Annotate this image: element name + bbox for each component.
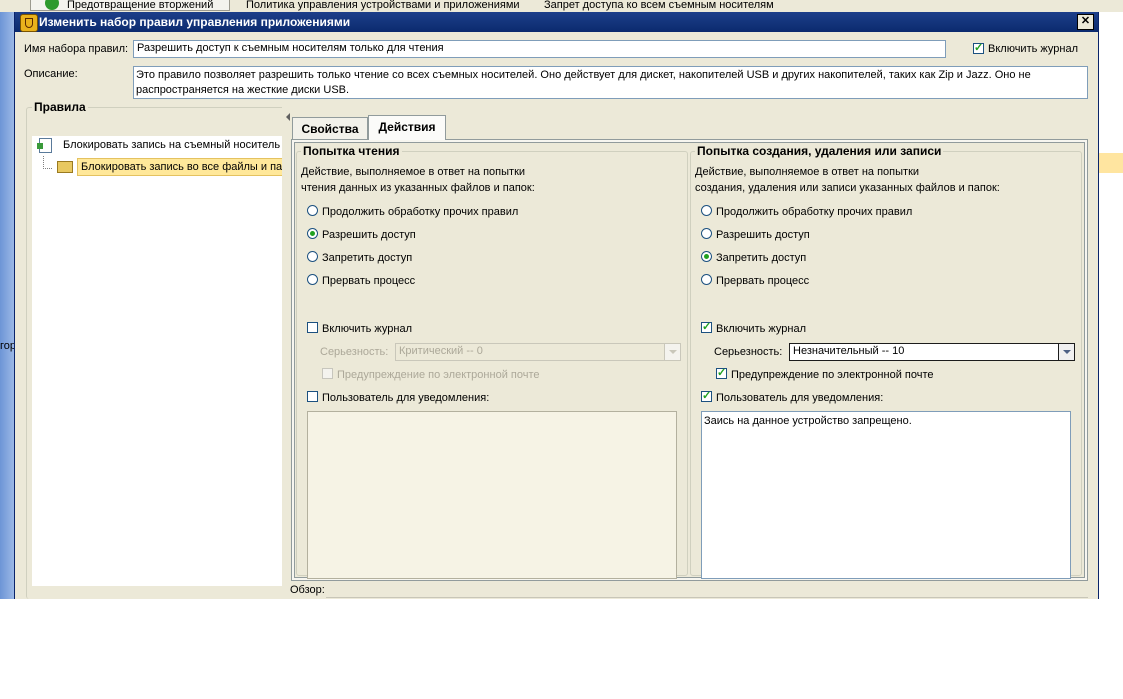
write-notify-user-checkbox[interactable] — [701, 389, 712, 402]
rules-tree — [32, 136, 282, 586]
write-desc-line-2: создания, удаления или записи указанных … — [695, 182, 1000, 194]
read-severity-label: Серьезность: — [320, 346, 389, 358]
write-attempt-title: Попытка создания, удаления или записи — [695, 144, 944, 158]
folder-lock-icon — [57, 161, 73, 173]
write-enable-log-checkbox[interactable] — [701, 320, 712, 333]
write-severity-select[interactable]: Незначительный -- 10 — [789, 343, 1075, 361]
write-notify-user-label: Пользователь для уведомления: — [716, 392, 884, 404]
write-option-deny-label: Запретить доступ — [716, 252, 807, 264]
description-line-1: Это правило позволяет разрешить только ч… — [136, 69, 1031, 81]
enable-log-label: Включить журнал — [988, 43, 1078, 55]
read-option-allow-label: Разрешить доступ — [322, 229, 416, 241]
write-desc-line-1: Действие, выполняемое в ответ на попытки — [695, 166, 920, 178]
write-enable-log-label: Включить журнал — [716, 323, 806, 335]
background-selected-row — [1097, 153, 1123, 173]
read-email-checkbox[interactable] — [322, 368, 333, 379]
read-option-deny-label: Запретить доступ — [322, 252, 413, 264]
write-severity-label: Серьезность: — [714, 346, 783, 358]
read-option-continue-radio[interactable] — [307, 205, 318, 216]
description-line-2: распространяется на жесткие диски USB. — [136, 84, 350, 96]
write-attempt-group: Попытка создания, удаления или записи Де… — [690, 144, 1082, 579]
tab-actions[interactable]: Действия — [368, 115, 446, 140]
write-email-label: Предупреждение по электронной почте — [731, 369, 934, 381]
write-option-continue-radio[interactable] — [701, 205, 712, 216]
app-shield-icon — [20, 14, 38, 32]
chevron-down-icon — [664, 344, 680, 360]
write-option-deny-radio[interactable] — [701, 251, 712, 262]
read-notify-textarea[interactable] — [307, 411, 677, 579]
enable-log-checkbox[interactable] — [973, 41, 984, 54]
read-severity-value: Критический -- 0 — [399, 345, 483, 357]
ruleset-name-input[interactable]: Разрешить доступ к съемным носителям тол… — [133, 40, 946, 58]
chevron-down-icon — [1058, 344, 1074, 360]
read-option-deny-radio[interactable] — [307, 251, 318, 262]
tree-item-block-removable[interactable]: Блокировать запись на съемный носитель — [37, 138, 287, 154]
read-desc-line-1: Действие, выполняемое в ответ на попытки — [301, 166, 526, 178]
read-option-continue-label: Продолжить обработку прочих правил — [322, 206, 519, 218]
write-option-continue-label: Продолжить обработку прочих правил — [716, 206, 913, 218]
background-tab-block-removable[interactable]: Запрет доступа ко всем съемным носителям — [528, 0, 778, 11]
tab-properties[interactable]: Свойства — [292, 117, 368, 139]
write-option-allow-radio[interactable] — [701, 228, 712, 239]
background-tab-policy[interactable]: Политика управления устройствами и прило… — [238, 0, 526, 11]
read-email-label: Предупреждение по электронной почте — [337, 369, 540, 381]
overview-label: Обзор: — [290, 584, 325, 596]
read-notify-user-label: Пользователь для уведомления: — [322, 392, 490, 404]
read-attempt-title: Попытка чтения — [301, 144, 402, 158]
close-button[interactable]: ✕ — [1077, 14, 1094, 30]
write-severity-value: Незначительный -- 10 — [793, 345, 905, 357]
tree-connector — [43, 156, 52, 169]
write-option-terminate-radio[interactable] — [701, 274, 712, 285]
read-desc-line-2: чтения данных из указанных файлов и папо… — [301, 182, 535, 194]
write-option-allow-label: Разрешить доступ — [716, 229, 810, 241]
overview-panel — [326, 597, 1088, 599]
collapse-arrow-icon[interactable] — [286, 113, 290, 121]
read-enable-log-label: Включить журнал — [322, 323, 412, 335]
read-severity-select[interactable]: Критический -- 0 — [395, 343, 681, 361]
background-tab-intrusion-prevention[interactable]: Предотвращение вторжений — [30, 0, 230, 11]
edit-ruleset-dialog: Изменить набор правил управления приложе… — [14, 12, 1099, 599]
rule-document-badge-icon — [37, 143, 43, 149]
read-attempt-group: Попытка чтения Действие, выполняемое в о… — [296, 144, 688, 579]
tree-item-label: Блокировать запись на съемный носитель — [63, 139, 281, 151]
write-email-checkbox[interactable] — [716, 366, 727, 379]
read-enable-log-checkbox[interactable] — [307, 322, 318, 333]
description-label: Описание: — [24, 68, 78, 80]
rules-panel-title: Правила — [32, 100, 88, 114]
write-notify-textarea[interactable]: Заись на данное устройство запрещено. — [701, 411, 1071, 579]
read-option-allow-radio[interactable] — [307, 228, 318, 239]
description-textarea[interactable]: Это правило позволяет разрешить только ч… — [133, 66, 1088, 99]
shield-plus-icon — [45, 0, 59, 10]
read-option-terminate-label: Прервать процесс — [322, 275, 416, 287]
write-option-terminate-label: Прервать процесс — [716, 275, 810, 287]
read-notify-user-checkbox[interactable] — [307, 391, 318, 402]
dialog-title: Изменить набор правил управления приложе… — [39, 15, 351, 29]
right-panel: Свойства Действия Попытка чтения Действи… — [282, 105, 1098, 599]
ruleset-name-label: Имя набора правил: — [24, 43, 129, 55]
tree-item-block-all-files[interactable]: Блокировать запись во все файлы и па — [55, 158, 295, 176]
tree-item-label-selected: Блокировать запись во все файлы и па — [77, 158, 287, 176]
background-left-panel — [0, 12, 14, 599]
dialog-titlebar[interactable]: Изменить набор правил управления приложе… — [15, 12, 1098, 32]
rules-panel: Правила Блокировать запись на съемный но… — [26, 100, 291, 599]
read-option-terminate-radio[interactable] — [307, 274, 318, 285]
